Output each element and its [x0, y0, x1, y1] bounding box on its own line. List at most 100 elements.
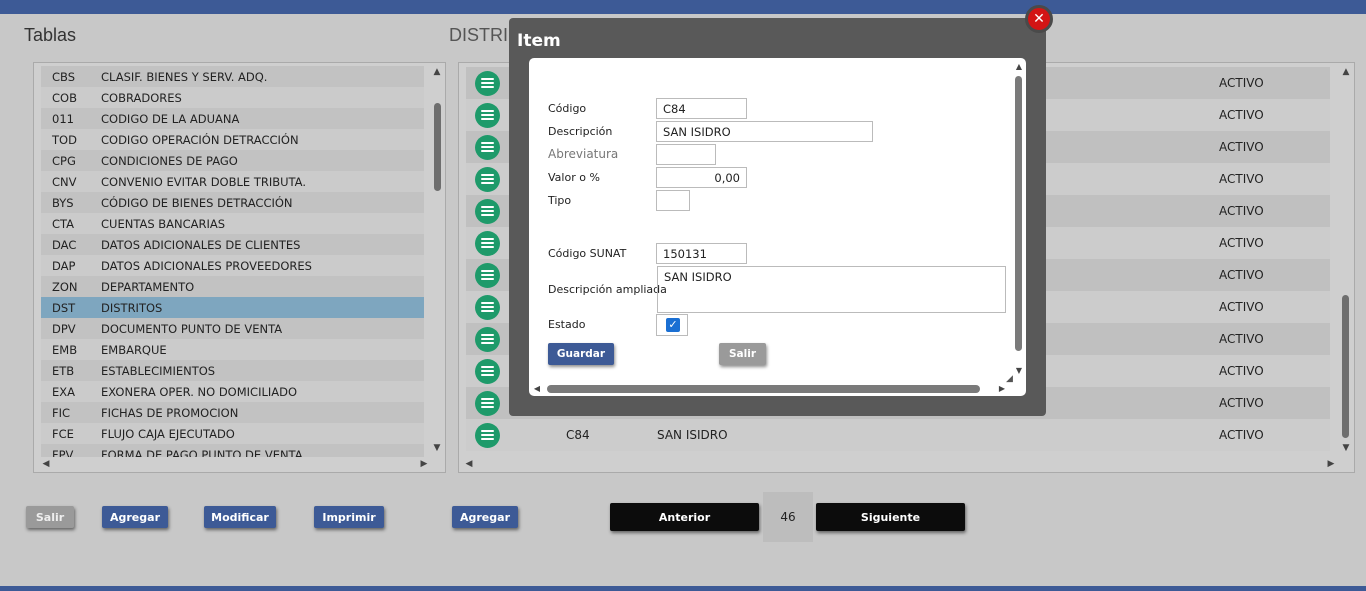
tabla-row[interactable]: ETB ESTABLECIMIENTOS [41, 360, 424, 381]
tabla-code: COB [52, 90, 77, 105]
scroll-right-icon[interactable]: ▶ [994, 382, 1010, 396]
descripcion-input[interactable]: SAN ISIDRO [656, 121, 873, 142]
menu-icon[interactable] [475, 102, 500, 128]
distrito-state: ACTIVO [1219, 300, 1264, 314]
dialog-scroll-thumb[interactable] [1015, 76, 1022, 351]
tabla-row[interactable]: DAC DATOS ADICIONALES DE CLIENTES [41, 234, 424, 255]
tabla-row[interactable]: CBS CLASIF. BIENES Y SERV. ADQ. [41, 66, 424, 87]
menu-icon[interactable] [475, 422, 500, 448]
tabla-row[interactable]: FPV FORMA DE PAGO PUNTO DE VENTA [41, 444, 424, 457]
tabla-desc: FORMA DE PAGO PUNTO DE VENTA [101, 447, 303, 458]
scroll-left-icon[interactable]: ◀ [461, 457, 477, 471]
tabla-row[interactable]: FIC FICHAS DE PROMOCION [41, 402, 424, 423]
tipo-input[interactable] [656, 190, 690, 211]
tabla-code: TOD [52, 132, 77, 147]
guardar-button[interactable]: Guardar [548, 343, 614, 365]
menu-icon[interactable] [475, 134, 500, 160]
tablas-list: CBS CLASIF. BIENES Y SERV. ADQ. COB COBRADO… [41, 66, 424, 457]
tabla-row[interactable]: DAP DATOS ADICIONALES PROVEEDORES [41, 255, 424, 276]
tabla-desc: ESTABLECIMIENTOS [101, 363, 216, 378]
agregar-tabla-button[interactable]: Agregar [102, 506, 168, 528]
modificar-button[interactable]: Modificar [204, 506, 276, 528]
imprimir-button[interactable]: Imprimir [314, 506, 384, 528]
scroll-right-icon[interactable]: ▶ [1323, 457, 1339, 471]
distrito-state: ACTIVO [1219, 268, 1264, 282]
tabla-row[interactable]: COB COBRADORES [41, 87, 424, 108]
scroll-up-icon[interactable]: ▲ [1011, 60, 1026, 74]
menu-icon[interactable] [475, 358, 500, 384]
tabla-row[interactable]: CNV CONVENIO EVITAR DOBLE TRIBUTA. [41, 171, 424, 192]
tabla-row[interactable]: DST DISTRITOS [41, 297, 424, 318]
scroll-left-icon[interactable]: ◀ [529, 382, 545, 396]
scroll-down-icon[interactable]: ▼ [1011, 364, 1026, 378]
codigo-sunat-label: Código SUNAT [548, 247, 627, 260]
agregar-distrito-button[interactable]: Agregar [452, 506, 518, 528]
tabla-code: DAC [52, 237, 77, 252]
tabla-code: FCE [52, 426, 74, 441]
abreviatura-label: Abreviatura [548, 147, 619, 161]
tabla-code: CNV [52, 174, 77, 189]
tablas-vscrollbar[interactable]: ▲ ▼ [429, 63, 445, 456]
siguiente-button[interactable]: Siguiente [816, 503, 965, 531]
menu-icon[interactable] [475, 262, 500, 288]
abreviatura-input[interactable] [656, 144, 716, 165]
valor-label: Valor o % [548, 171, 600, 184]
distritos-scroll-thumb[interactable] [1342, 295, 1349, 438]
anterior-button[interactable]: Anterior [610, 503, 759, 531]
scroll-down-icon[interactable]: ▼ [1338, 441, 1354, 455]
menu-icon[interactable] [475, 294, 500, 320]
menu-icon[interactable] [475, 166, 500, 192]
tabla-row[interactable]: CPG CONDICIONES DE PAGO [41, 150, 424, 171]
tabla-code: FIC [52, 405, 71, 420]
tabla-desc: COBRADORES [101, 90, 182, 105]
tabla-row[interactable]: CTA CUENTAS BANCARIAS [41, 213, 424, 234]
menu-icon[interactable] [475, 326, 500, 352]
menu-icon[interactable] [475, 230, 500, 256]
distrito-row[interactable]: C84 SAN ISIDRO ACTIVO [466, 419, 1330, 451]
dialog-body: Código C84 Descripción SAN ISIDRO Abrevi… [529, 58, 1026, 396]
distrito-state: ACTIVO [1219, 108, 1264, 122]
tabla-desc: CONVENIO EVITAR DOBLE TRIBUTA. [101, 174, 306, 189]
scroll-left-icon[interactable]: ◀ [38, 457, 54, 471]
scroll-right-icon[interactable]: ▶ [416, 457, 432, 471]
distritos-vscrollbar[interactable]: ▲ ▼ [1338, 63, 1354, 456]
tabla-desc: EXONERA OPER. NO DOMICILIADO [101, 384, 298, 399]
scroll-up-icon[interactable]: ▲ [429, 65, 445, 79]
close-icon[interactable]: ✕ [1025, 5, 1053, 33]
tabla-row[interactable]: ZON DEPARTAMENTO [41, 276, 424, 297]
distrito-state: ACTIVO [1219, 204, 1264, 218]
tabla-desc: CODIGO OPERACIÓN DETRACCIÓN [101, 132, 299, 147]
tabla-row[interactable]: TOD CODIGO OPERACIÓN DETRACCIÓN [41, 129, 424, 150]
tabla-desc: CONDICIONES DE PAGO [101, 153, 238, 168]
top-bar [0, 0, 1366, 14]
salir-button[interactable]: Salir [26, 506, 74, 528]
tablas-scroll-thumb[interactable] [434, 103, 441, 191]
resize-grip-icon[interactable]: ◢ [1006, 374, 1013, 384]
scroll-up-icon[interactable]: ▲ [1338, 65, 1354, 79]
tabla-row[interactable]: FCE FLUJO CAJA EJECUTADO [41, 423, 424, 444]
bottom-bar [0, 586, 1366, 591]
tabla-row[interactable]: EMB EMBARQUE [41, 339, 424, 360]
tabla-row[interactable]: EXA EXONERA OPER. NO DOMICILIADO [41, 381, 424, 402]
tabla-code: EMB [52, 342, 78, 357]
menu-icon[interactable] [475, 70, 500, 96]
distrito-state: ACTIVO [1219, 140, 1264, 154]
dialog-salir-button[interactable]: Salir [719, 343, 766, 365]
estado-checkbox[interactable]: ✓ [666, 318, 680, 332]
valor-input[interactable]: 0,00 [656, 167, 747, 188]
dialog-hscroll-thumb[interactable] [547, 385, 980, 393]
menu-icon[interactable] [475, 198, 500, 224]
tabla-code: CPG [52, 153, 76, 168]
tabla-row[interactable]: BYS CÓDIGO DE BIENES DETRACCIÓN [41, 192, 424, 213]
codigo-sunat-input[interactable]: 150131 [656, 243, 747, 264]
codigo-input[interactable]: C84 [656, 98, 747, 119]
tabla-desc: DISTRITOS [101, 300, 163, 315]
menu-icon[interactable] [475, 390, 500, 416]
scroll-down-icon[interactable]: ▼ [429, 441, 445, 455]
tabla-row[interactable]: DPV DOCUMENTO PUNTO DE VENTA [41, 318, 424, 339]
tabla-row[interactable]: 011 CODIGO DE LA ADUANA [41, 108, 424, 129]
tabla-desc: FICHAS DE PROMOCION [101, 405, 239, 420]
tabla-code: DST [52, 300, 76, 315]
descripcion-ampliada-textarea[interactable]: SAN ISIDRO [657, 266, 1006, 313]
tablas-panel: CBS CLASIF. BIENES Y SERV. ADQ. COB COBRADO… [33, 62, 446, 473]
